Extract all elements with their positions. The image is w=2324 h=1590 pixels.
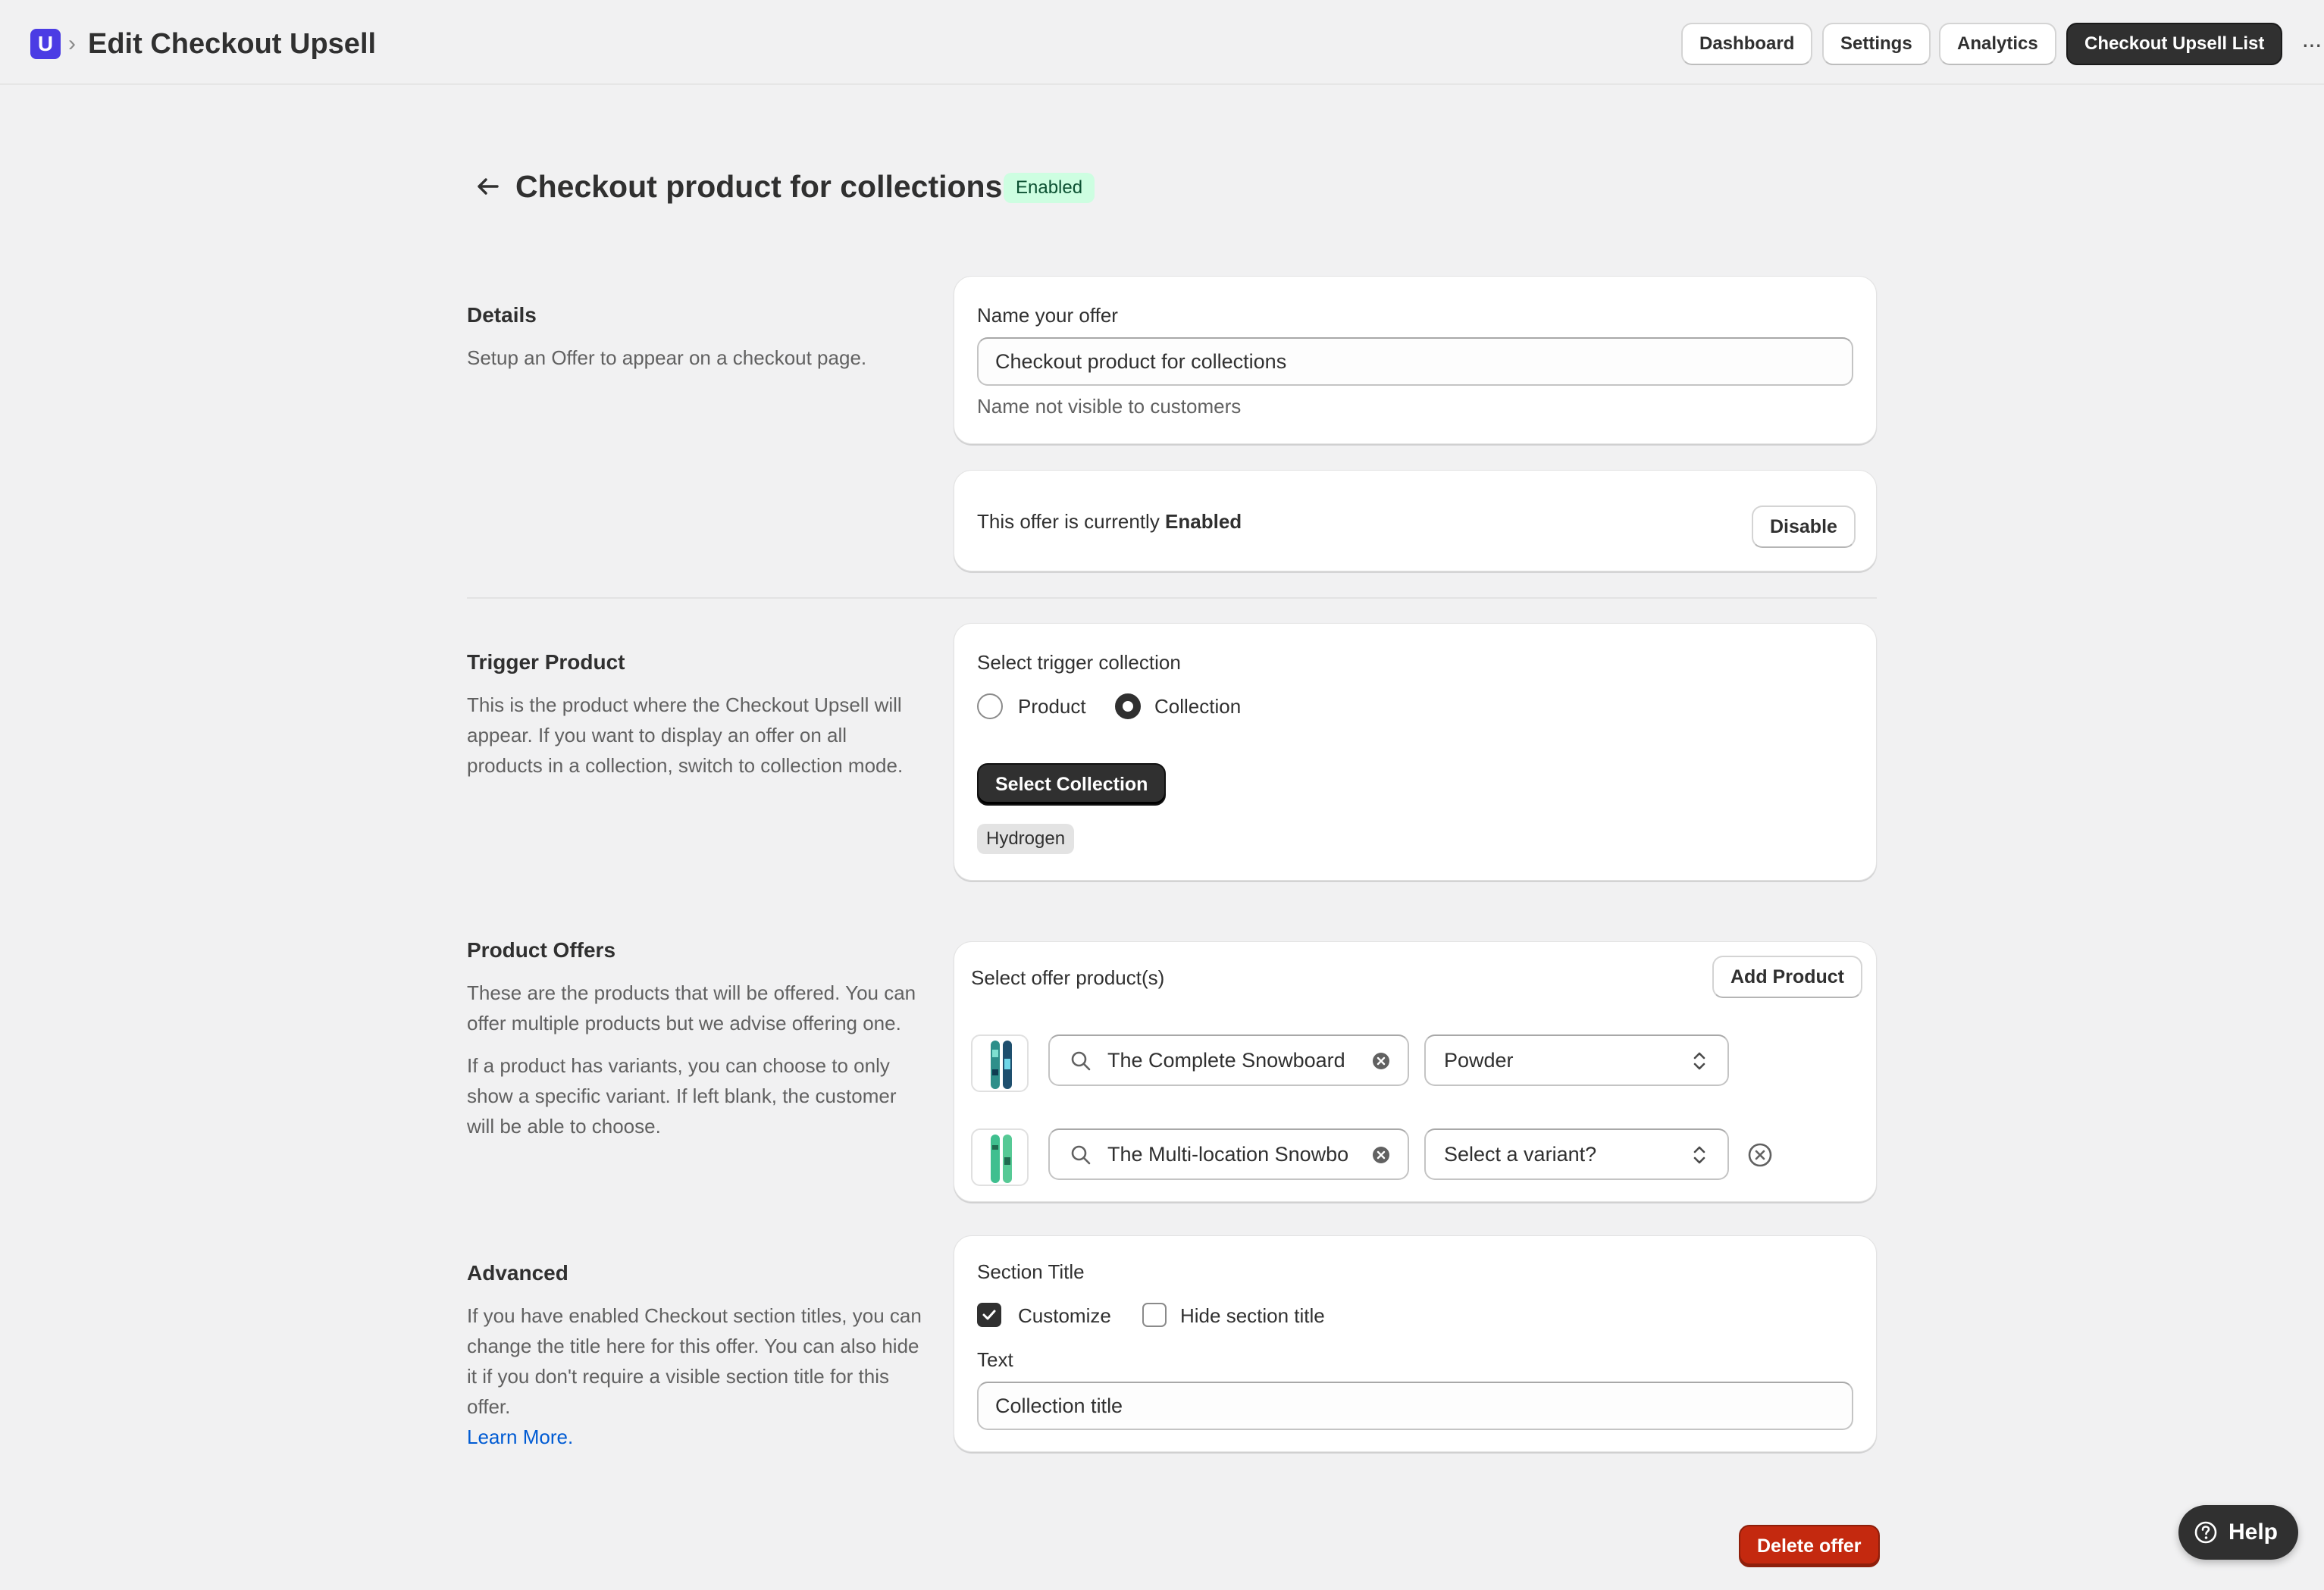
offer-status-text: This offer is currently Enabled [977, 509, 1242, 534]
help-label: Help [2228, 1520, 2279, 1545]
select-collection-button[interactable]: Select Collection [977, 763, 1167, 806]
hide-section-title-label[interactable]: Hide section title [1180, 1303, 1325, 1329]
checkmark-icon [982, 1310, 996, 1320]
offer-products-label: Select offer product(s) [971, 966, 1165, 989]
status-badge: Enabled [1004, 173, 1095, 203]
add-product-button[interactable]: Add Product [1712, 956, 1862, 998]
selected-collection-tag: Hydrogen [977, 824, 1075, 854]
advanced-description-text: If you have enabled Checkout section tit… [467, 1304, 922, 1418]
section-title-label: Section Title [977, 1260, 1085, 1283]
radio-collection[interactable] [1115, 693, 1141, 719]
section-title-input[interactable]: Collection title [977, 1382, 1853, 1430]
back-arrow-icon[interactable] [471, 170, 505, 203]
nav-dashboard-button[interactable]: Dashboard [1681, 23, 1813, 65]
offers-section-title: Product Offers [467, 938, 616, 962]
more-actions-icon[interactable]: ··· [2301, 29, 2322, 59]
radio-product[interactable] [977, 693, 1003, 719]
section-divider [467, 597, 1877, 599]
offer-status-value: Enabled [1165, 510, 1242, 533]
details-section-title: Details [467, 303, 537, 327]
product-search-value[interactable]: The Complete Snowboard [1107, 1036, 1365, 1085]
offers-description: These are the products that will be offe… [467, 978, 922, 1141]
disable-button[interactable]: Disable [1752, 505, 1856, 548]
trigger-description: This is the product where the Checkout U… [467, 693, 904, 777]
offers-description-2: If a product has variants, you can choos… [467, 1054, 897, 1138]
offer-name-card: Name your offer Checkout product for col… [954, 276, 1877, 444]
offer-status-prefix: This offer is currently [977, 510, 1166, 533]
breadcrumb-separator: › [68, 31, 76, 56]
help-question-icon [2194, 1521, 2217, 1544]
trigger-section-title: Trigger Product [467, 650, 625, 674]
advanced-description: If you have enabled Checkout section tit… [467, 1300, 922, 1452]
delete-offer-button[interactable]: Delete offer [1739, 1525, 1880, 1567]
nav-settings-button[interactable]: Settings [1822, 23, 1931, 65]
app-logo-icon[interactable]: U [30, 29, 61, 59]
product-thumbnail [971, 1034, 1029, 1092]
clear-search-icon[interactable] [1371, 1051, 1391, 1071]
variant-select-value: Select a variant? [1444, 1143, 1597, 1166]
search-icon [1071, 1051, 1091, 1071]
customize-checkbox[interactable] [977, 1303, 1001, 1327]
help-button[interactable]: Help [2178, 1505, 2298, 1560]
product-search-value[interactable]: The Multi-location Snowbo [1107, 1130, 1365, 1178]
nav-upsell-list-button[interactable]: Checkout Upsell List [2066, 23, 2283, 65]
offer-name-hint: Name not visible to customers [977, 395, 1242, 418]
advanced-section-title: Advanced [467, 1261, 568, 1285]
offers-description-1: These are the products that will be offe… [467, 981, 916, 1034]
customize-label[interactable]: Customize [1018, 1303, 1111, 1329]
search-icon [1071, 1145, 1091, 1165]
top-bar: U › Edit Checkout Upsell Dashboard Setti… [0, 0, 2324, 85]
product-search-field[interactable]: The Multi-location Snowbo [1048, 1128, 1409, 1180]
page-title: Checkout product for collections [515, 169, 1003, 204]
nav-analytics-button[interactable]: Analytics [1939, 23, 2056, 65]
snowboard-image-icon [991, 1135, 1012, 1183]
details-description: Setup an Offer to appear on a checkout p… [467, 346, 867, 369]
remove-offer-icon[interactable] [1747, 1142, 1773, 1168]
variant-select[interactable]: Select a variant? [1424, 1128, 1729, 1180]
offers-card: Select offer product(s) Add Product The … [954, 941, 1877, 1202]
app-page-title: Edit Checkout Upsell [88, 28, 377, 60]
clear-search-icon[interactable] [1371, 1145, 1391, 1165]
select-chevron-icon [1693, 1146, 1705, 1164]
variant-select-value: Powder [1444, 1049, 1514, 1072]
offer-status-card: This offer is currently Enabled Disable [954, 470, 1877, 571]
offer-name-label: Name your offer [977, 304, 1118, 327]
snowboard-image-icon [991, 1041, 1012, 1089]
radio-product-label[interactable]: Product [1018, 693, 1086, 719]
hide-section-title-checkbox[interactable] [1142, 1303, 1167, 1327]
text-label: Text [977, 1348, 1013, 1371]
learn-more-link[interactable]: Learn More. [467, 1426, 573, 1448]
radio-collection-label[interactable]: Collection [1154, 693, 1241, 719]
trigger-card: Select trigger collection Product Collec… [954, 623, 1877, 881]
offer-name-input[interactable]: Checkout product for collections [977, 337, 1853, 386]
advanced-card: Section Title Customize Hide section tit… [954, 1235, 1877, 1452]
product-search-field[interactable]: The Complete Snowboard [1048, 1034, 1409, 1086]
select-chevron-icon [1693, 1052, 1705, 1070]
trigger-select-label: Select trigger collection [977, 651, 1181, 674]
variant-select[interactable]: Powder [1424, 1034, 1729, 1086]
product-thumbnail [971, 1128, 1029, 1186]
